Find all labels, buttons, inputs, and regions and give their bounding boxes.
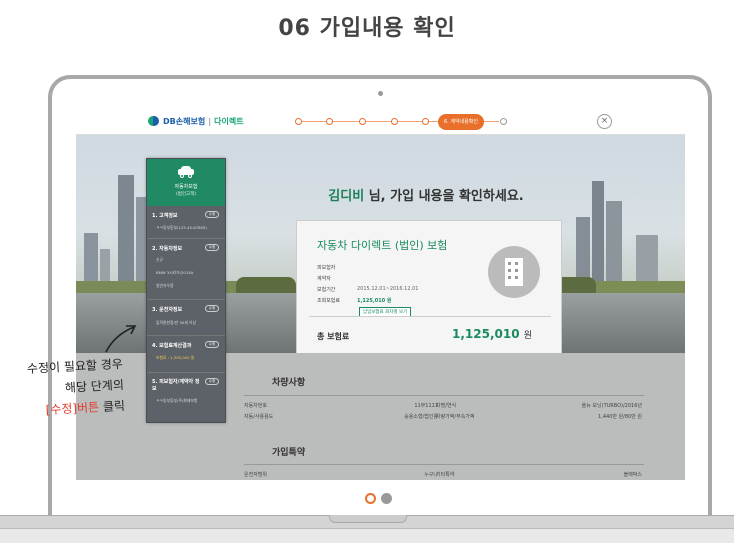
building (606, 201, 622, 293)
vehicle-value: 11부1111 (414, 403, 438, 409)
step-5-dot[interactable] (422, 118, 429, 125)
building-icon (488, 246, 540, 298)
building (118, 175, 134, 293)
sidebar-item-label: 3. 운전자정보 (152, 307, 183, 313)
sidebar-item-label: 5. 피보험자/계약자 정보 (152, 379, 200, 392)
step-3-dot[interactable] (359, 118, 366, 125)
summary-card: 자동차 다이렉트 (법인) 보험 피보험자 계약자 보험기간 2015.12.01… (296, 220, 562, 357)
sidebar-title: 자동차보험 (174, 184, 198, 190)
step-sidebar: 자동차보험 (법인고객) 1. 고객정보 수정 ㅋㅋ동부동부(123-45-67… (146, 158, 226, 423)
step-1-dot[interactable] (295, 118, 302, 125)
vehicle-label: 차명/연식 (436, 403, 457, 409)
total-value: 1,125,010 원 (452, 327, 532, 341)
product-title: 자동차 다이렉트 (법인) 보험 (317, 239, 448, 252)
step-2-dot[interactable] (326, 118, 333, 125)
coverage-label: 기타특약 (436, 472, 455, 478)
laptop-shadow (0, 529, 734, 543)
greeting-text: 님, 가입 내용을 확인하세요. (364, 189, 524, 204)
edit-button[interactable]: 수정 (205, 341, 219, 348)
vehicle-value: 올뉴 모닝(TURBO)/2016년 (581, 403, 642, 409)
vehicle-label: 차량가액/부속가액 (436, 414, 475, 420)
edit-button[interactable]: 수정 (205, 211, 219, 218)
sidebar-item-premium: 4. 보험료계산결과 수정 보험료 : 1,300,000 원 (147, 337, 225, 373)
greeting: 김디비 님, 가입 내용을 확인하세요. (276, 185, 576, 204)
sidebar-subtitle: (법인고객) (175, 192, 197, 197)
card-row: 피보험자 (317, 264, 335, 271)
coverage-section-title: 가입특약 (272, 448, 306, 458)
slide-pager (365, 493, 392, 504)
card-row-value: 2015.12.01~2016.12.01 (357, 286, 419, 292)
vehicle-label: 자동/사용용도 (244, 414, 274, 420)
vehicle-label: 자동차번호 (244, 403, 268, 409)
building (592, 181, 604, 293)
step-4-dot[interactable] (391, 118, 398, 125)
coverage-value: 누구나 (424, 472, 438, 478)
page: 06 가입내용 확인 DB손해보험 | 다이렉트 6. 계약내용확인 × 김디비… (0, 0, 734, 556)
sidebar-item-driver: 3. 운전자정보 수정 임직원한정/만 30세 이상 (147, 301, 225, 336)
edit-button[interactable]: 수정 (205, 244, 219, 251)
total-amount: 1,125,010 (452, 327, 520, 341)
coverage-label: 운전자범위 (244, 472, 268, 478)
total-label: 총 보험료 (317, 332, 350, 341)
logo-sub: 다이렉트 (214, 116, 244, 126)
card-row: 보험기간 2015.12.01~2016.12.01 (317, 286, 418, 293)
sidebar-item-detail: 보험료 : 1,300,000 원 (156, 355, 195, 360)
sidebar-item-insured: 5. 피보험자/계약자 정보 수정 ㅋㅋ동부동부(주)화재보험 (147, 374, 225, 423)
trees (236, 277, 296, 293)
vehicle-section-title: 차량사항 (272, 378, 306, 388)
coverage-value: 블랙박스 (623, 472, 642, 478)
card-divider (309, 316, 551, 317)
laptop-notch (329, 515, 407, 523)
card-row-label: 피보험자 (317, 265, 336, 271)
sidebar-item-detail: 일반자우용 (156, 283, 174, 288)
arrow-icon (105, 325, 137, 353)
logo-separator: | (208, 116, 212, 126)
annotation-highlight: [수정]버튼 (45, 400, 100, 417)
card-row-label: 보험기간 (317, 287, 336, 293)
pager-dot-active[interactable] (365, 493, 376, 504)
sidebar-item-vehicle: 2. 자동차정보 수정 신규 BMW 3시리즈/2015A 일반자우용 (147, 240, 225, 300)
customer-name: 김디비 (328, 189, 365, 204)
edit-button[interactable]: 수정 (205, 378, 219, 385)
vehicle-value: 1,440만 원/80만 원 (598, 414, 642, 420)
card-row-value: 1,125,010 원 (357, 298, 392, 304)
logo[interactable]: DB손해보험 | 다이렉트 (148, 115, 244, 127)
sidebar-item-label: 2. 자동차정보 (152, 246, 183, 252)
db-logo-icon (148, 115, 160, 127)
car-icon (178, 166, 194, 178)
total-unit: 원 (523, 331, 533, 341)
guide-annotation: 수정이 필요할 경우 해당 단계의 [수정]버튼 클릭 (2, 354, 126, 423)
card-row-label: 계약자 (317, 276, 331, 282)
sidebar-item-detail: BMW 3시리즈/2015A (156, 270, 194, 275)
top-bar: DB손해보험 | 다이렉트 6. 계약내용확인 × (76, 108, 685, 135)
sidebar-item-label: 1. 고객정보 (152, 213, 178, 219)
close-button[interactable]: × (597, 114, 612, 129)
sidebar-item-detail: ㅋㅋ동부동부(주)화재보험 (156, 398, 198, 403)
screen: DB손해보험 | 다이렉트 6. 계약내용확인 × 김디비 님, 가입 내용을 … (76, 108, 685, 480)
section-divider (244, 464, 644, 465)
camera-dot (378, 91, 383, 96)
pager-dot[interactable] (381, 493, 392, 504)
edit-button[interactable]: 수정 (205, 305, 219, 312)
sidebar-item-detail: ㅋㅋ동부동부(123-45-67890) (156, 225, 207, 230)
page-title: 06 가입내용 확인 (278, 16, 456, 41)
step-active-label: 6. 계약내용확인 (438, 114, 484, 130)
logo-text: DB손해보험 (163, 116, 206, 126)
card-row: 조회보험료 1,125,010 원 (317, 297, 392, 304)
sidebar-item-detail: 신규 (156, 257, 163, 262)
sidebar-item-customer: 1. 고객정보 수정 ㅋㅋ동부동부(123-45-67890) (147, 207, 225, 239)
sidebar-item-detail: 임직원한정/만 30세 이상 (156, 320, 196, 325)
sidebar-item-label: 4. 보험료계산결과 (152, 343, 192, 349)
vehicle-value: 승용소형/법인용 (404, 414, 438, 420)
step-indicator: 6. 계약내용확인 (295, 114, 507, 130)
section-divider (244, 395, 644, 396)
sidebar-header: 자동차보험 (법인고객) (147, 159, 225, 206)
annotation-text: 클릭 (98, 398, 126, 415)
card-row-label: 조회보험료 (317, 298, 341, 304)
step-7-dot[interactable] (500, 118, 507, 125)
card-row: 계약자 (317, 275, 331, 282)
